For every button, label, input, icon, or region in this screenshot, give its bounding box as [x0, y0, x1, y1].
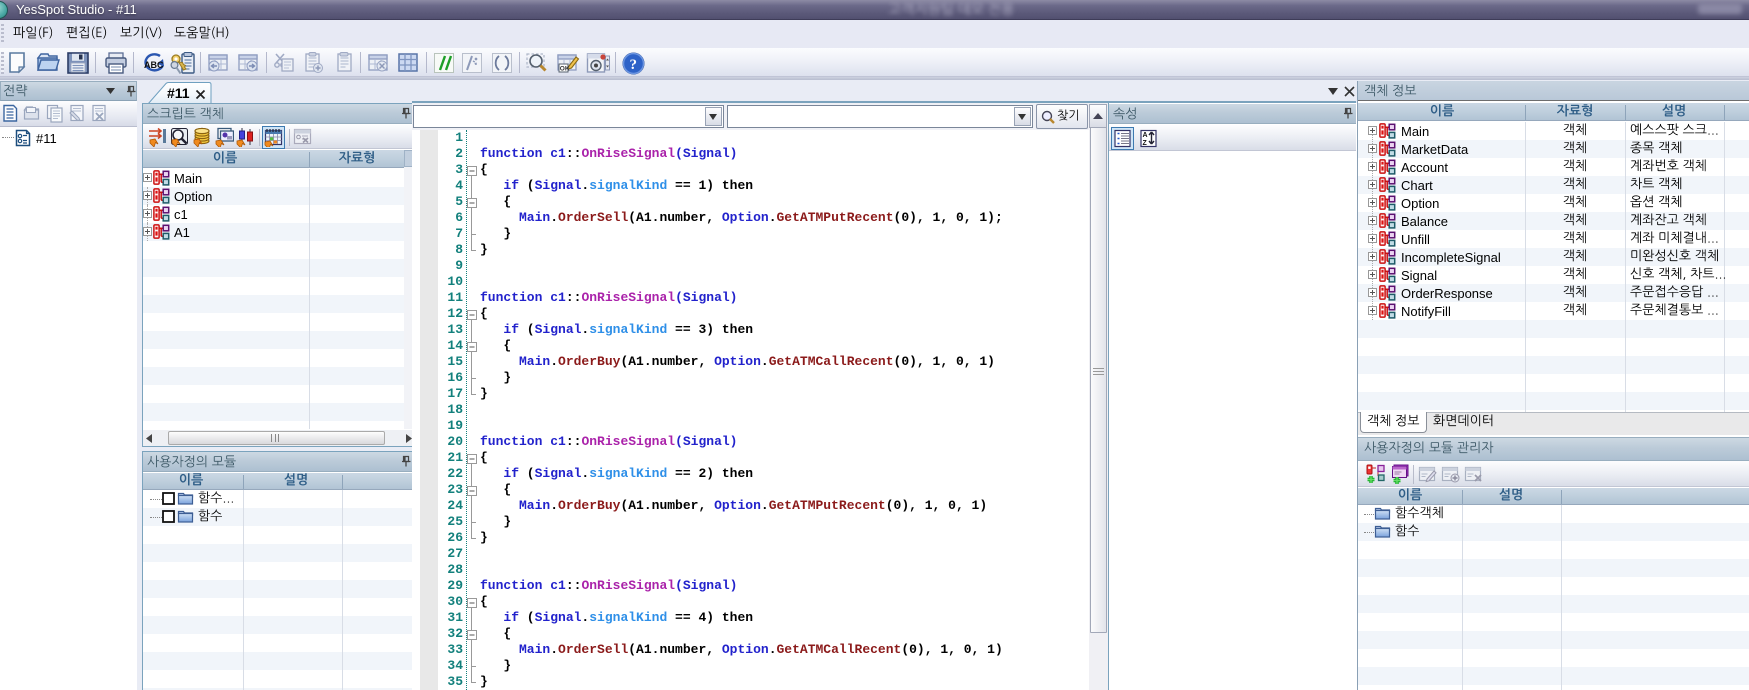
svg-text:A: A	[1143, 132, 1148, 139]
svg-text:ABC: ABC	[144, 60, 164, 70]
svg-text:Z: Z	[1143, 140, 1148, 147]
svg-text:OK: OK	[560, 66, 570, 73]
svg-text:?: ?	[630, 57, 638, 73]
